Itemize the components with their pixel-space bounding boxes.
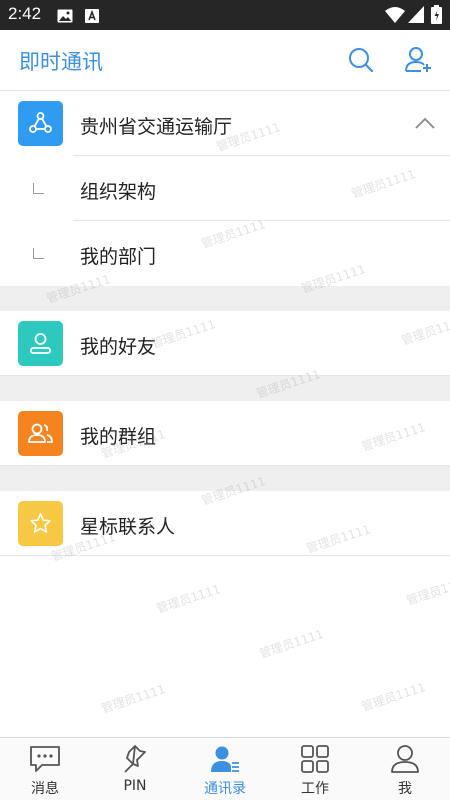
nav-label: 通讯录	[204, 781, 246, 797]
watermark: 管理员1111	[99, 682, 168, 716]
watermark: 管理员1111	[257, 627, 326, 661]
tree-branch-icon	[33, 183, 44, 194]
nav-pin[interactable]: PIN	[90, 738, 180, 800]
star-icon	[18, 501, 63, 546]
status-bar: 2:42	[0, 0, 450, 30]
nav-label: 工作	[301, 781, 329, 797]
search-button[interactable]	[345, 44, 377, 76]
nav-work[interactable]: 工作	[270, 738, 360, 800]
app-header: 即时通讯	[0, 30, 450, 91]
section-gap	[0, 376, 450, 401]
wifi-icon	[385, 6, 405, 27]
add-contact-icon	[405, 47, 431, 72]
search-icon	[349, 48, 374, 73]
nav-messages[interactable]: 消息	[0, 738, 90, 800]
org-name: 贵州省交通运输厅	[80, 116, 233, 138]
sub-item-my-department[interactable]: 我的部门	[0, 221, 450, 286]
profile-icon	[391, 745, 419, 773]
chevron-up-icon[interactable]	[414, 115, 436, 134]
groups-row[interactable]: 我的群组	[0, 401, 450, 466]
person-icon	[18, 321, 63, 366]
message-icon	[30, 746, 60, 772]
font-app-icon	[85, 8, 99, 27]
pin-icon	[124, 745, 146, 773]
nav-label: PIN	[123, 778, 147, 794]
status-time: 2:42	[8, 4, 42, 23]
watermark: 管理员1111	[154, 582, 223, 616]
battery-icon	[431, 5, 442, 28]
org-tree-icon	[18, 101, 63, 146]
tree-branch-icon	[33, 248, 44, 259]
org-row[interactable]: 贵州省交通运输厅	[0, 91, 450, 156]
group-icon	[18, 411, 63, 456]
contacts-icon	[211, 746, 239, 772]
image-icon	[57, 8, 73, 27]
sub-item-label: 组织架构	[80, 181, 157, 203]
nav-contacts[interactable]: 通讯录	[180, 738, 270, 800]
nav-me[interactable]: 我	[360, 738, 450, 800]
starred-label: 星标联系人	[80, 516, 176, 538]
watermark: 管理员1111	[404, 574, 450, 608]
nav-label: 消息	[31, 781, 59, 797]
grid-icon	[301, 745, 329, 773]
page-title: 即时通讯	[19, 50, 103, 74]
groups-label: 我的群组	[80, 426, 157, 448]
add-contact-button[interactable]	[402, 44, 434, 76]
watermark: 管理员1111	[359, 680, 428, 714]
sub-item-org-structure[interactable]: 组织架构	[0, 156, 450, 221]
starred-row[interactable]: 星标联系人	[0, 491, 450, 556]
signal-icon	[408, 6, 424, 27]
section-gap	[0, 286, 450, 311]
nav-label: 我	[398, 781, 412, 797]
friends-row[interactable]: 我的好友	[0, 311, 450, 376]
sub-item-label: 我的部门	[80, 246, 157, 268]
bottom-nav: 消息 PIN 通讯录 工作 我	[0, 737, 450, 800]
section-gap	[0, 466, 450, 491]
friends-label: 我的好友	[80, 336, 157, 358]
